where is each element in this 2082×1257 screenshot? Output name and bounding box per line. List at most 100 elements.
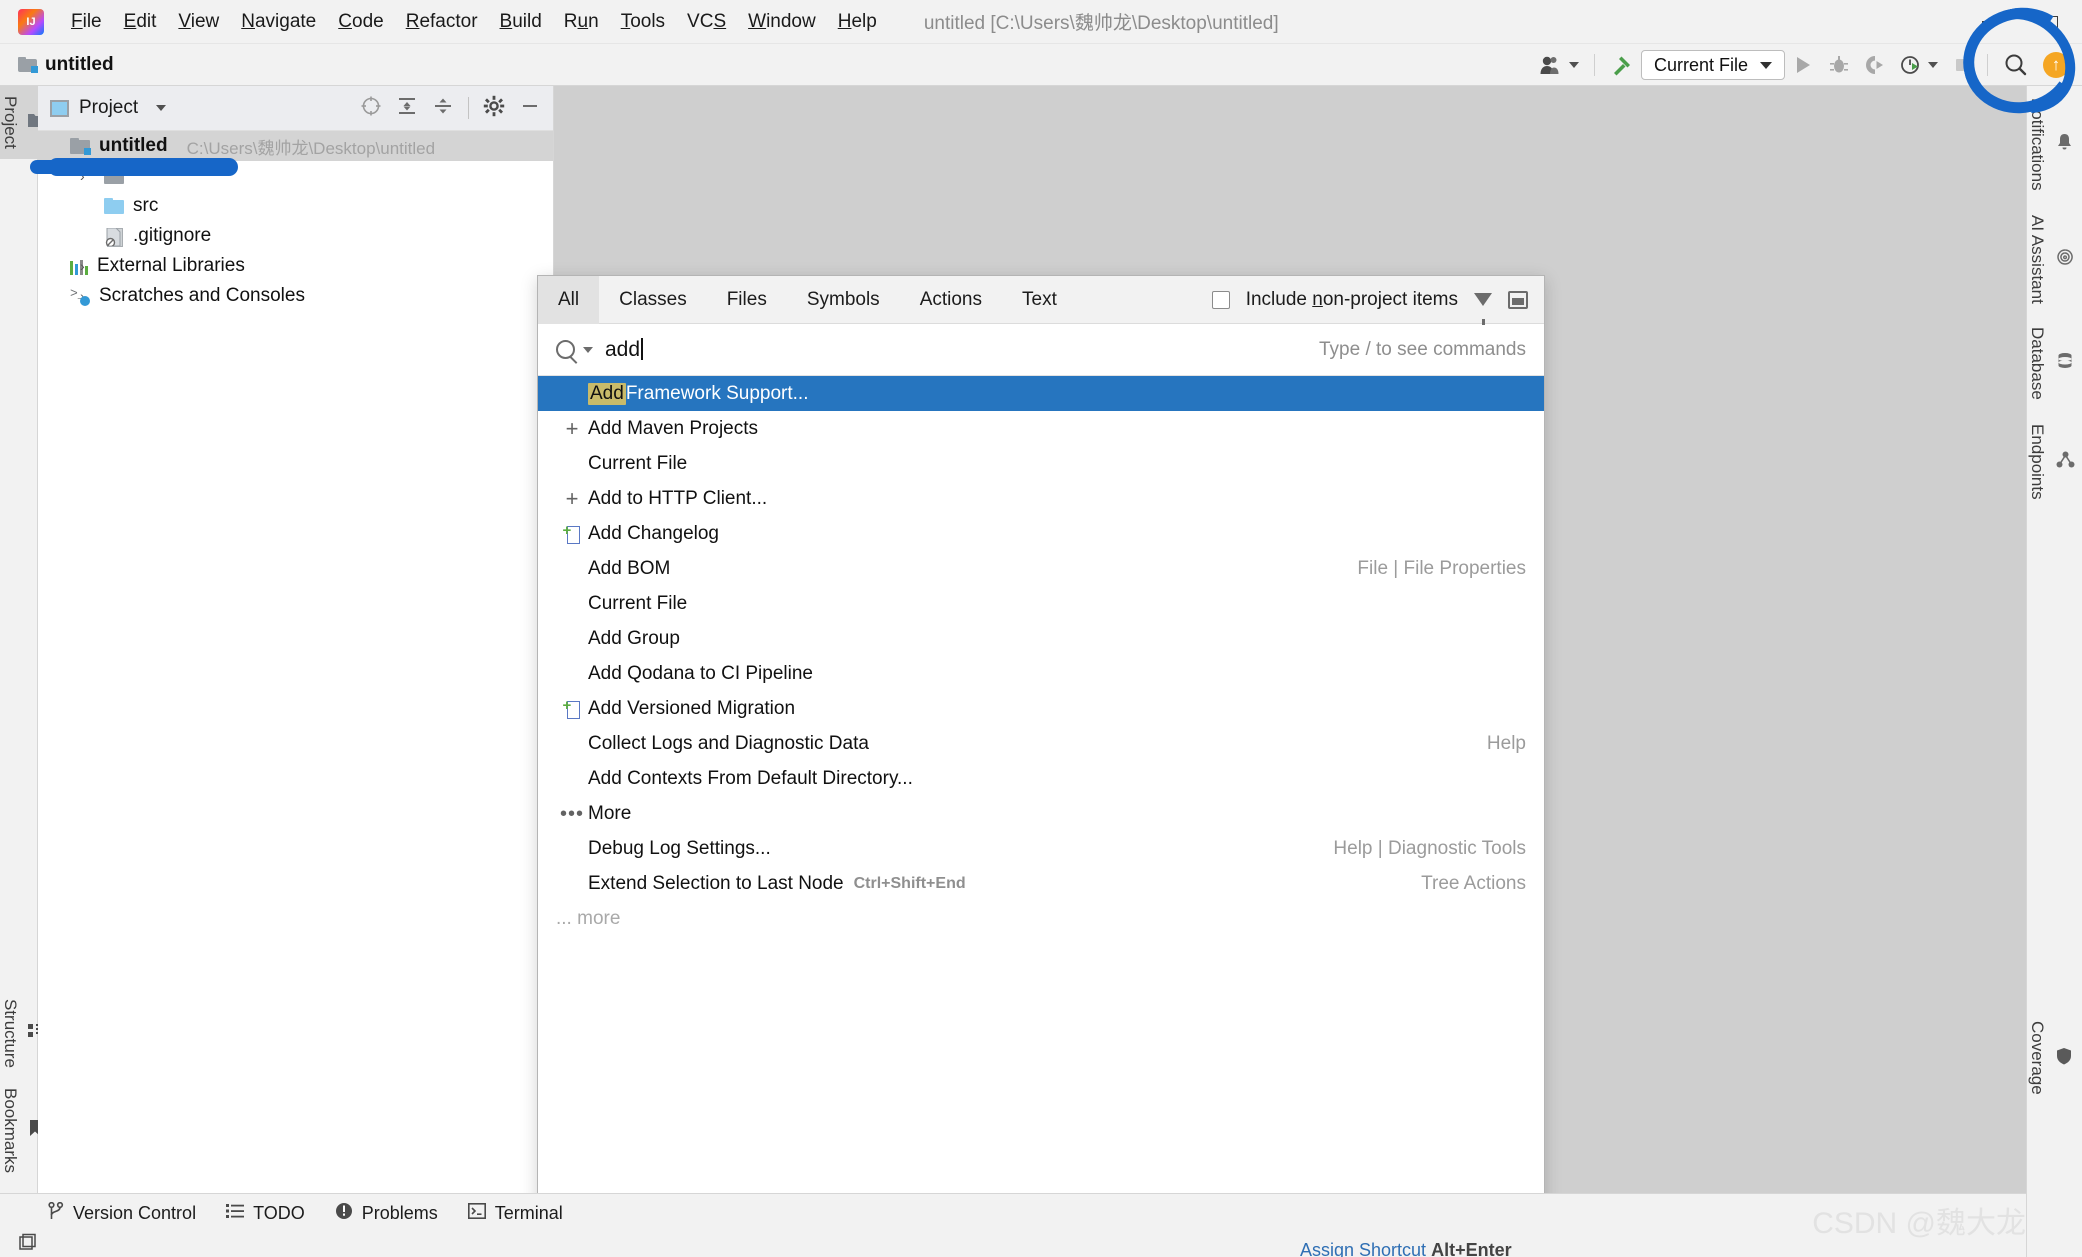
tree-node-label: Scratches and Consoles: [99, 285, 305, 306]
debug-button[interactable]: [1821, 44, 1857, 86]
list-item-group: Help: [1486, 732, 1526, 754]
menu-item-vcs[interactable]: VCS: [676, 9, 737, 35]
list-item[interactable]: + Add Changelog: [538, 516, 1544, 551]
run-button[interactable]: [1785, 44, 1821, 86]
tree-row[interactable]: › Scratches and Consoles: [38, 281, 553, 311]
tab-all[interactable]: All: [538, 275, 600, 324]
list-item[interactable]: + Add Maven Projects: [538, 411, 1544, 446]
bottom-item-problems[interactable]: Problems: [335, 1202, 438, 1225]
exclamation-circle-icon: [335, 1202, 353, 1225]
list-item[interactable]: Collect Logs and Diagnostic Data Help: [538, 726, 1544, 761]
left-tool-window-stripe: Project Structure Bookmarks: [0, 86, 46, 1193]
list-item[interactable]: Add BOM File | File Properties: [538, 551, 1544, 586]
list-item[interactable]: Extend Selection to Last Node Ctrl+Shift…: [538, 866, 1544, 901]
sidebar-item-structure-label: Structure: [1, 998, 20, 1068]
list-item[interactable]: ••• More: [538, 796, 1544, 831]
include-non-project-items-label: Include non-project items: [1245, 288, 1458, 310]
assign-shortcut-key: Alt+Enter: [1431, 1240, 1512, 1257]
menu-item-code[interactable]: Code: [327, 9, 394, 35]
layout-icon[interactable]: [18, 1233, 38, 1257]
status-bar: [0, 1233, 2026, 1257]
gitignore-file-icon: [104, 228, 124, 247]
project-view-chevron-down-icon[interactable]: [156, 105, 167, 111]
search-input[interactable]: add: [605, 337, 643, 362]
sidebar-item-endpoints[interactable]: Endpoints: [2027, 412, 2075, 512]
plus-icon: +: [565, 415, 579, 441]
filter-icon[interactable]: [1474, 293, 1492, 325]
tree-row[interactable]: .gitignore: [38, 221, 553, 251]
list-item-label: Add Contexts From Default Directory...: [588, 767, 913, 789]
menu-item-edit[interactable]: Edit: [113, 9, 168, 35]
list-item-label: Add BOM: [588, 557, 671, 579]
assign-shortcut-hint[interactable]: Assign Shortcut Alt+Enter: [1300, 1240, 1512, 1257]
user-account-icon[interactable]: [1532, 44, 1586, 86]
chevron-right-icon[interactable]: ›: [80, 258, 94, 274]
breadcrumb-label: untitled: [45, 53, 114, 75]
assign-shortcut-label: Assign Shortcut: [1300, 1240, 1427, 1257]
list-item[interactable]: Debug Log Settings... Help | Diagnostic …: [538, 831, 1544, 866]
scratches-icon: [70, 286, 90, 306]
tree-row[interactable]: ⌄ untitled C:\Users\魏帅龙\Desktop\untitled: [38, 131, 553, 161]
collapse-all-icon[interactable]: [432, 95, 454, 122]
list-item-label: Add to HTTP Client...: [588, 487, 768, 509]
bottom-item-todo[interactable]: TODO: [226, 1203, 305, 1224]
list-item-group: File | File Properties: [1357, 557, 1526, 579]
bottom-item-terminal[interactable]: Terminal: [467, 1203, 563, 1224]
gear-icon[interactable]: [483, 95, 505, 122]
sidebar-item-endpoints-label: Endpoints: [2028, 424, 2047, 500]
profiler-button[interactable]: [1893, 44, 1945, 86]
menu-item-build[interactable]: Build: [489, 9, 553, 35]
list-item[interactable]: Add Contexts From Default Directory...: [538, 761, 1544, 796]
sidebar-item-project-label: Project: [1, 96, 20, 149]
menu-item-navigate[interactable]: Navigate: [230, 9, 327, 35]
sidebar-item-database-label: Database: [2028, 327, 2047, 401]
include-non-project-items-checkbox[interactable]: [1211, 290, 1230, 309]
list-item[interactable]: Add Qodana to CI Pipeline: [538, 656, 1544, 691]
menu-item-tools[interactable]: Tools: [610, 9, 676, 35]
tab-text[interactable]: Text: [1002, 276, 1077, 324]
menu-item-refactor[interactable]: Refactor: [395, 9, 489, 35]
tree-row[interactable]: › External Libraries: [38, 251, 553, 281]
list-item[interactable]: + Add Versioned Migration: [538, 691, 1544, 726]
branch-icon: [48, 1201, 64, 1225]
run-configuration-selector[interactable]: Current File: [1640, 50, 1785, 80]
tab-symbols[interactable]: Symbols: [787, 276, 900, 324]
show-more-results[interactable]: ... more: [538, 901, 1544, 936]
sidebar-item-database[interactable]: Database: [2027, 315, 2074, 412]
expand-all-icon[interactable]: [396, 95, 418, 122]
menu-item-run[interactable]: Run: [553, 9, 610, 35]
build-hammer-icon[interactable]: [1603, 44, 1641, 86]
list-item-label: Add Group: [588, 627, 680, 649]
navigation-bar: untitled Current File ↑: [0, 44, 2082, 86]
search-input-row[interactable]: add Type / to see commands: [538, 324, 1544, 376]
sidebar-item-bookmarks-label: Bookmarks: [1, 1087, 20, 1173]
menu-item-view[interactable]: View: [167, 9, 230, 35]
window-title: untitled [C:\Users\魏帅龙\Desktop\untitled]: [923, 13, 1279, 34]
sidebar-item-bookmarks[interactable]: Bookmarks: [0, 1078, 42, 1183]
project-panel-header: Project: [38, 86, 553, 131]
menu-item-window[interactable]: Window: [737, 9, 827, 35]
menu-item-file[interactable]: File: [60, 9, 113, 35]
tab-actions[interactable]: Actions: [900, 276, 1002, 324]
breadcrumb[interactable]: untitled: [18, 54, 114, 76]
bottom-item-version-control[interactable]: Version Control: [48, 1201, 196, 1225]
match-highlight: Add: [588, 382, 626, 405]
tab-classes[interactable]: Classes: [599, 276, 707, 324]
scroll-from-source-icon[interactable]: [360, 95, 382, 122]
tab-files[interactable]: Files: [707, 276, 787, 324]
menu-item-help[interactable]: Help: [827, 9, 888, 35]
sidebar-item-ai-assistant[interactable]: AI Assistant: [2027, 203, 2074, 316]
list-item[interactable]: Current File: [538, 446, 1544, 481]
toolbar-divider: [1593, 54, 1595, 76]
list-item[interactable]: + Add to HTTP Client...: [538, 481, 1544, 516]
list-item[interactable]: Current File: [538, 586, 1544, 621]
bottom-item-todo-label: TODO: [253, 1203, 305, 1223]
list-item[interactable]: Add Group: [538, 621, 1544, 656]
preview-toggle-icon[interactable]: [1508, 290, 1528, 309]
search-scope-chevron-icon[interactable]: [583, 346, 593, 353]
hide-panel-icon[interactable]: [519, 95, 541, 122]
run-with-coverage-button[interactable]: [1857, 44, 1893, 86]
sidebar-item-coverage[interactable]: Coverage: [2027, 1009, 2072, 1107]
list-item[interactable]: Add Framework Support...: [538, 376, 1544, 411]
tree-row[interactable]: src: [38, 191, 553, 221]
